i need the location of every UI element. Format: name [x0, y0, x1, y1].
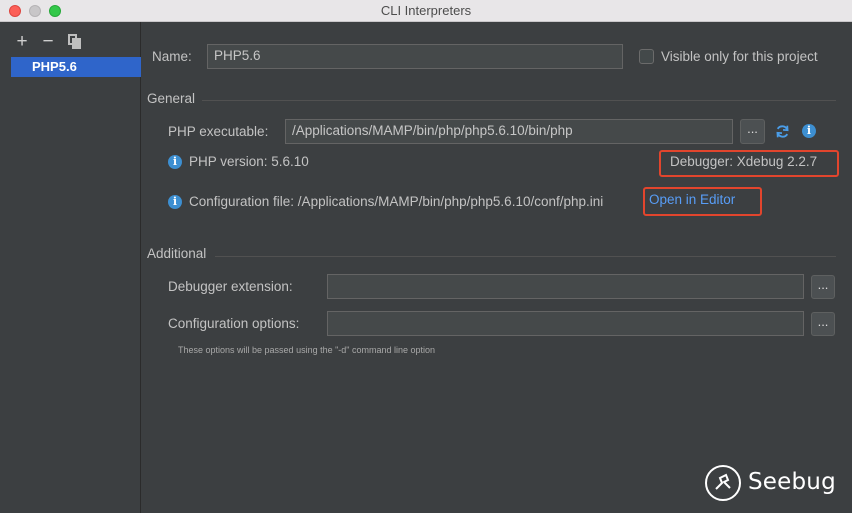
- general-section-title: General: [147, 91, 196, 106]
- php-executable-label: PHP executable:: [168, 124, 269, 139]
- copy-interpreter-button[interactable]: [66, 33, 82, 51]
- open-in-editor-link[interactable]: Open in Editor: [649, 192, 735, 207]
- debugger-extension-label: Debugger extension:: [168, 279, 293, 294]
- copy-icon: [66, 33, 82, 49]
- additional-section-title: Additional: [147, 246, 207, 261]
- help-info-icon[interactable]: i: [802, 124, 816, 138]
- remove-interpreter-button[interactable]: −: [40, 31, 56, 52]
- php-version-text: PHP version: 5.6.10: [189, 154, 309, 169]
- visible-only-label[interactable]: Visible only for this project: [661, 49, 818, 64]
- visible-only-checkbox[interactable]: [639, 49, 654, 64]
- debugger-extension-browse-button[interactable]: ...: [811, 275, 835, 299]
- name-input[interactable]: PHP5.6: [207, 44, 623, 69]
- seebug-logo-icon: [705, 465, 741, 501]
- config-file-info-icon: i: [168, 195, 182, 209]
- interpreter-list-item[interactable]: PHP5.6: [11, 57, 141, 77]
- configuration-options-label: Configuration options:: [168, 316, 300, 331]
- additional-separator: [215, 256, 836, 257]
- php-executable-input[interactable]: /Applications/MAMP/bin/php/php5.6.10/bin…: [285, 119, 733, 144]
- window-title: CLI Interpreters: [380, 3, 472, 18]
- configuration-options-input[interactable]: [327, 311, 804, 336]
- minus-icon: −: [42, 31, 54, 52]
- plus-icon: +: [16, 31, 28, 52]
- title-bar: CLI Interpreters: [0, 0, 852, 22]
- interpreter-list-panel: + − PHP5.6: [0, 22, 141, 513]
- refresh-icon[interactable]: [774, 123, 791, 140]
- config-file-text: Configuration file: /Applications/MAMP/b…: [189, 194, 604, 209]
- php-executable-browse-button[interactable]: ...: [740, 119, 765, 144]
- general-separator: [202, 100, 836, 101]
- debugger-extension-input[interactable]: [327, 274, 804, 299]
- seebug-watermark: Seebug: [705, 465, 836, 505]
- add-interpreter-button[interactable]: +: [14, 31, 30, 52]
- configuration-options-browse-button[interactable]: ...: [811, 312, 835, 336]
- php-version-info-icon: i: [168, 155, 182, 169]
- seebug-watermark-text: Seebug: [748, 469, 836, 495]
- debugger-text: Debugger: Xdebug 2.2.7: [670, 154, 818, 169]
- configuration-options-hint: These options will be passed using the "…: [178, 345, 436, 355]
- name-label: Name:: [152, 49, 192, 64]
